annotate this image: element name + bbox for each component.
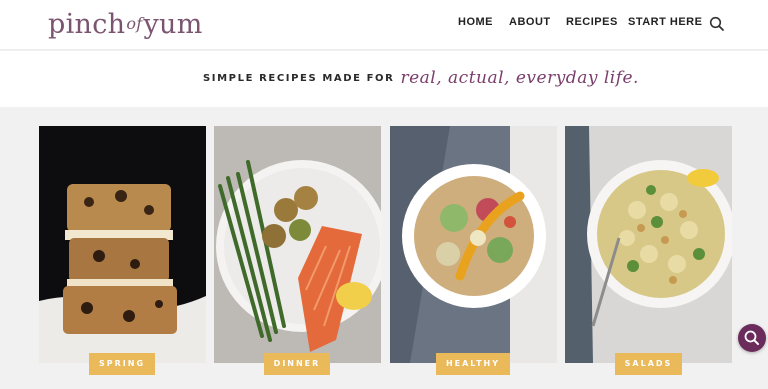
category-label-spring[interactable]: SPRING <box>89 353 155 375</box>
tagline-script: real, actual, everyday life. <box>400 68 639 88</box>
category-image-salads <box>565 126 732 363</box>
category-card-healthy[interactable] <box>390 126 557 363</box>
nav-home[interactable]: HOME <box>458 16 493 28</box>
site-logo[interactable]: pinchofyum <box>48 4 203 44</box>
tagline-caps: SIMPLE RECIPES MADE FOR <box>203 72 395 84</box>
logo-word-pinch: pinch <box>48 9 126 40</box>
search-icon <box>709 16 724 31</box>
site-header: pinchofyum HOME ABOUT RECIPES START HERE <box>0 0 768 50</box>
category-image-healthy <box>390 126 557 363</box>
category-image-spring <box>39 126 206 363</box>
logo-word-yum: yum <box>143 9 203 40</box>
tagline: SIMPLE RECIPES MADE FOR real, actual, ev… <box>203 63 639 93</box>
category-card-salads[interactable] <box>565 126 732 363</box>
category-image-dinner <box>214 126 381 363</box>
nav-recipes[interactable]: RECIPES <box>566 16 618 28</box>
category-card-dinner[interactable] <box>214 126 381 363</box>
nav-about[interactable]: ABOUT <box>509 16 551 28</box>
logo-word-of: of <box>126 14 143 33</box>
tagline-band: SIMPLE RECIPES MADE FOR real, actual, ev… <box>0 51 768 107</box>
category-card-spring[interactable] <box>39 126 206 363</box>
search-icon <box>744 330 759 345</box>
category-grid: SPRING DINNER HEALTHY SALADS <box>0 107 768 389</box>
category-label-dinner[interactable]: DINNER <box>264 353 330 375</box>
search-button[interactable] <box>709 16 725 32</box>
category-label-salads[interactable]: SALADS <box>615 353 682 375</box>
category-label-healthy[interactable]: HEALTHY <box>436 353 510 375</box>
nav-start-here[interactable]: START HERE <box>628 16 702 28</box>
floating-search-button[interactable] <box>738 324 766 352</box>
